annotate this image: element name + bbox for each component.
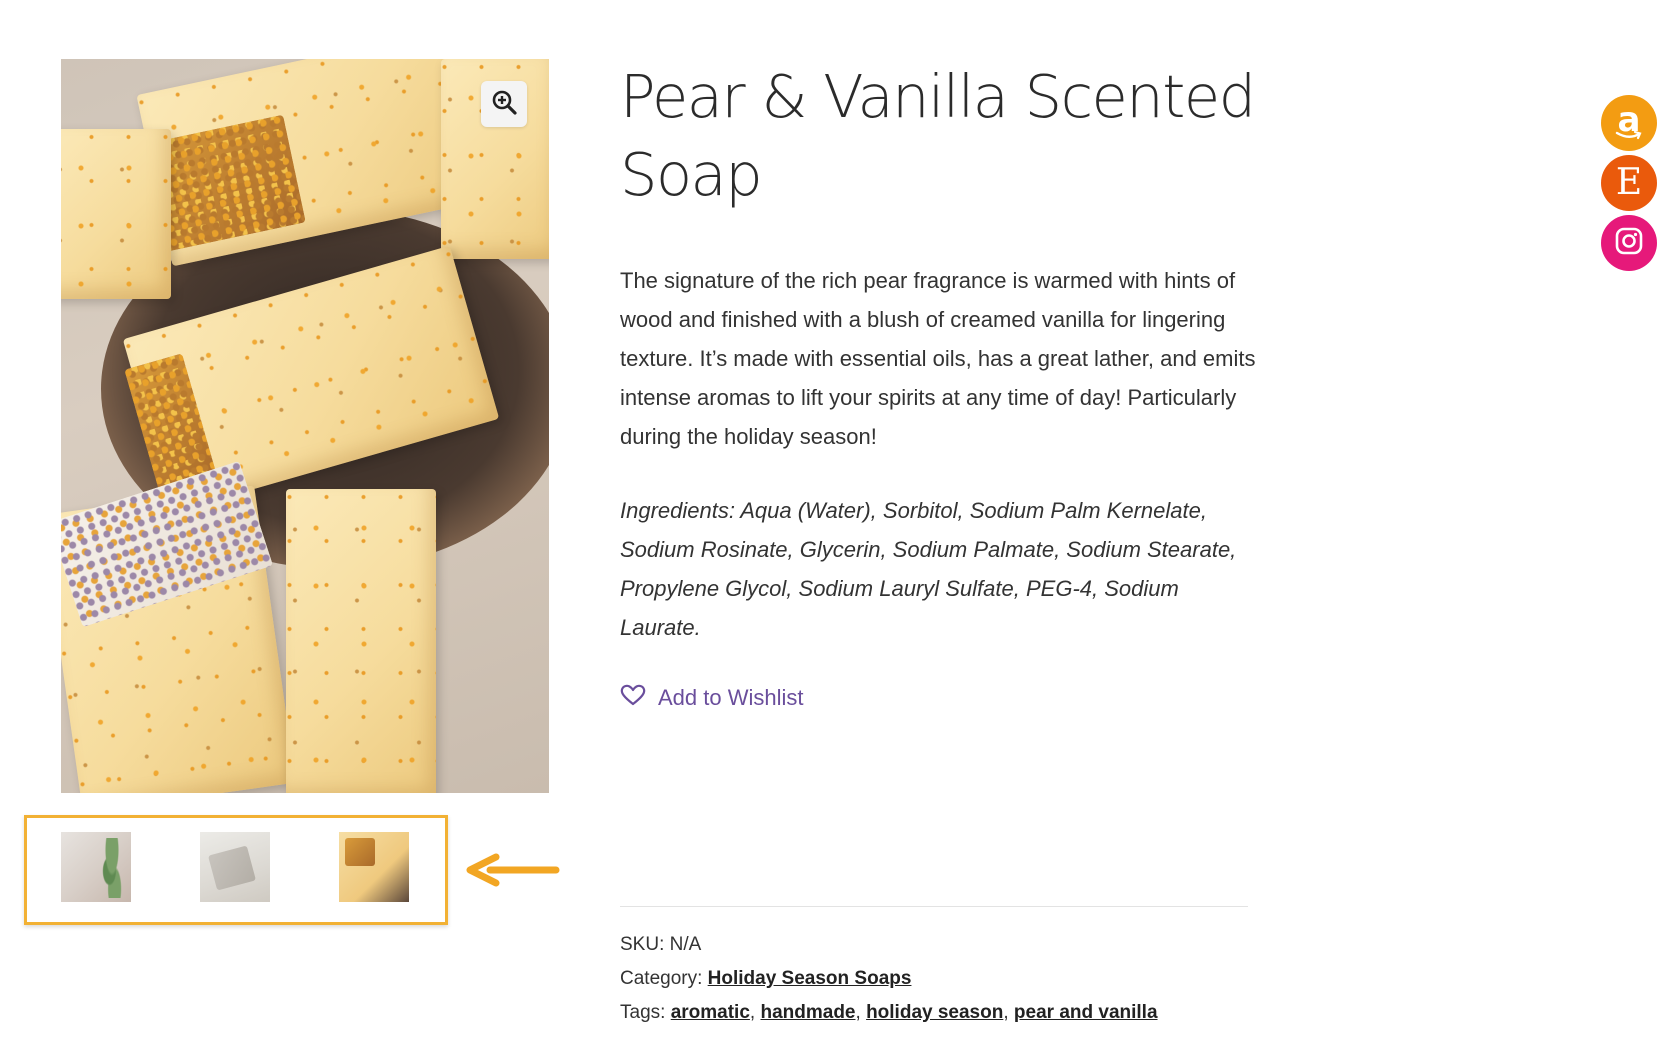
arrow-left-icon (464, 853, 560, 887)
tag-link-handmade[interactable]: handmade (760, 1002, 855, 1023)
thumbnail-soap-with-leaves[interactable] (61, 832, 131, 902)
wishlist-label: Add to Wishlist (658, 685, 804, 710)
amazon-smile-icon (1615, 130, 1642, 140)
soap-bar-left (61, 129, 171, 299)
category-label: Category: (620, 968, 703, 989)
zoom-in-icon (491, 89, 517, 120)
meta-divider (620, 906, 1248, 907)
heart-icon (620, 683, 646, 713)
product-page: Pear & Vanilla Scented Soap The signatur… (0, 0, 1676, 1038)
product-title: Pear & Vanilla Scented Soap (620, 62, 1256, 209)
tag-link-aromatic[interactable]: aromatic (671, 1002, 750, 1023)
product-sku: SKU: N/A (620, 934, 1280, 956)
zoom-button[interactable] (481, 81, 527, 127)
tags-label: Tags: (620, 1002, 666, 1023)
tag-link-pear-and-vanilla[interactable]: pear and vanilla (1014, 1002, 1158, 1023)
instagram-button[interactable] (1601, 215, 1657, 271)
sku-value: N/A (669, 934, 702, 955)
thumbnail-grey-soap[interactable] (200, 832, 270, 902)
tag-link-holiday-season[interactable]: holiday season (866, 1002, 1003, 1023)
instagram-icon (1614, 226, 1644, 261)
product-ingredients: Ingredients: Aqua (Water), Sorbitol, Sod… (620, 498, 1237, 640)
etsy-button[interactable]: E (1601, 155, 1657, 211)
add-to-wishlist-link[interactable]: Add to Wishlist (620, 683, 804, 713)
category-link[interactable]: Holiday Season Soaps (708, 968, 912, 989)
main-product-image[interactable] (61, 59, 549, 793)
product-tags: Tags: aromatic, handmade, holiday season… (620, 1002, 1158, 1023)
soap-bar-front-right (286, 489, 436, 793)
amazon-button[interactable]: a (1601, 95, 1657, 151)
etsy-icon: E (1615, 162, 1643, 203)
sku-label: SKU: (620, 934, 665, 955)
product-category: Category: Holiday Season Soaps (620, 968, 1280, 990)
product-description: The signature of the rich pear fragrance… (620, 268, 1256, 449)
thumbnail-pear-vanilla-soap[interactable] (339, 832, 409, 902)
